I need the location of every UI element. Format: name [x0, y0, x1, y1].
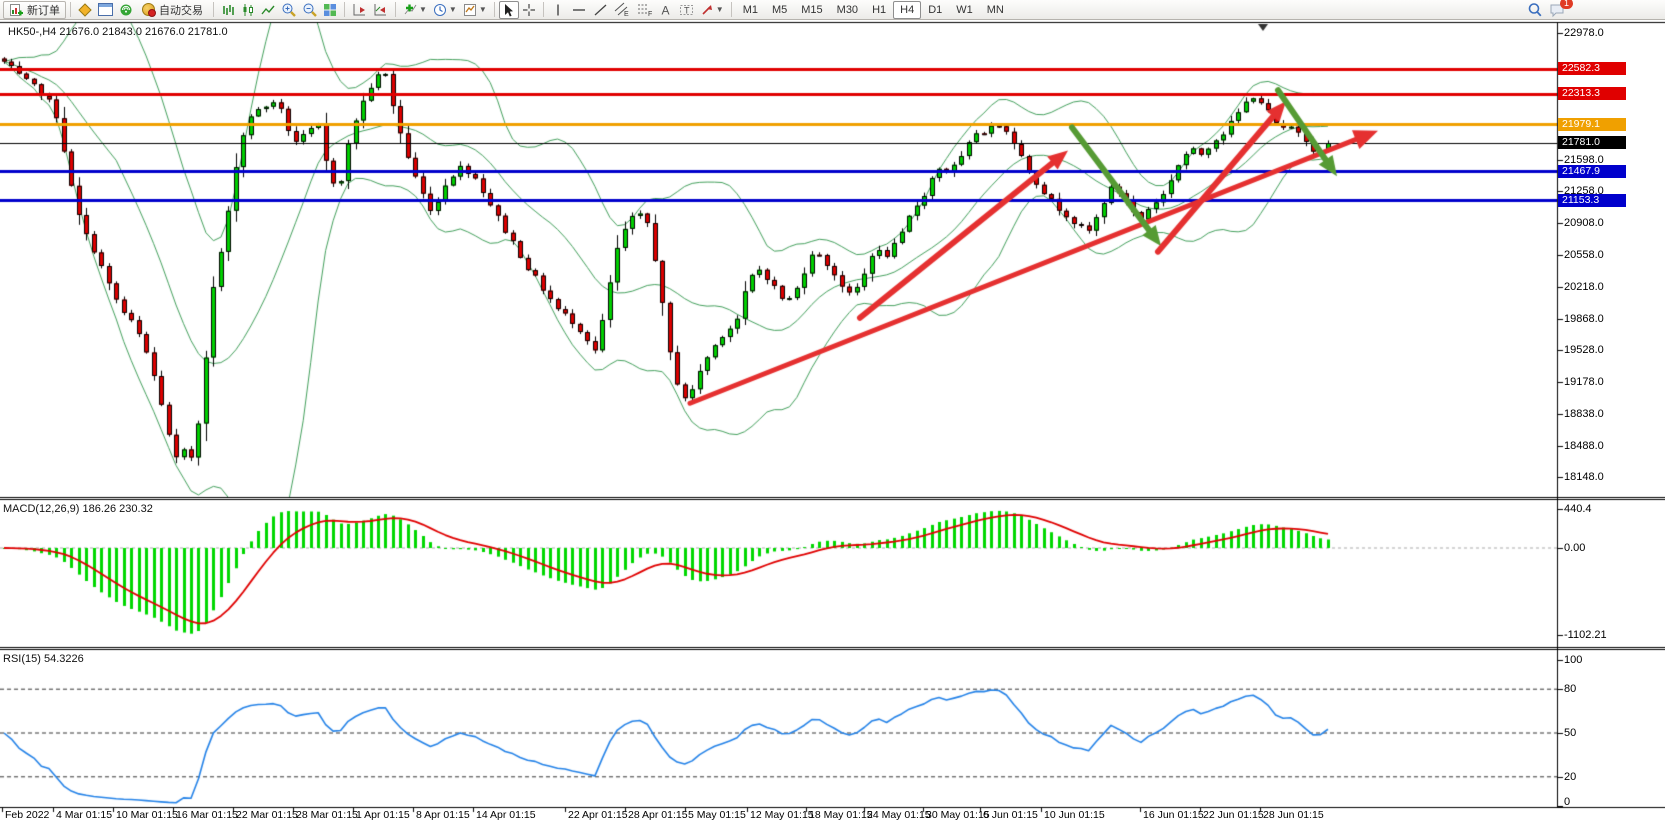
zoom-out-icon — [302, 2, 317, 17]
timeframe-m5[interactable]: M5 — [765, 1, 794, 19]
chevron-down-icon: ▼ — [419, 5, 427, 14]
arrow-objects-icon — [700, 3, 714, 17]
separator — [344, 2, 345, 17]
market-watch-button[interactable] — [75, 1, 95, 19]
signals-button[interactable] — [116, 1, 136, 19]
timeframe-w1[interactable]: W1 — [949, 1, 980, 19]
cursor-tool-button[interactable] — [499, 1, 519, 19]
fibonacci-icon: F — [636, 2, 653, 17]
chart-shift-button[interactable] — [349, 1, 370, 19]
timeframe-m1[interactable]: M1 — [736, 1, 765, 19]
line-chart-button[interactable] — [258, 1, 278, 19]
trendline-icon — [593, 3, 608, 17]
crosshair-icon — [522, 3, 536, 17]
periods-button[interactable]: ▼ — [430, 1, 460, 19]
auto-trading-button[interactable]: 自动交易 — [136, 1, 209, 19]
zoom-in-button[interactable] — [278, 1, 299, 19]
chart-shift-icon — [352, 3, 367, 17]
templates-button[interactable]: ▼ — [460, 1, 490, 19]
horizontal-line-tool-button[interactable] — [568, 1, 590, 19]
candlestick-chart-icon — [241, 3, 255, 17]
text-label-tool-button[interactable]: T — [676, 1, 697, 19]
search-icon — [1527, 2, 1543, 18]
separator — [213, 2, 214, 17]
clock-icon — [433, 3, 447, 17]
timeframe-d1[interactable]: D1 — [921, 1, 949, 19]
arrows-tool-button[interactable]: ▼ — [697, 1, 727, 19]
vertical-line-tool-button[interactable] — [548, 1, 568, 19]
text-icon: A — [659, 3, 672, 17]
candlestick-chart-button[interactable] — [238, 1, 258, 19]
new-order-button[interactable]: 新订单 — [3, 1, 66, 19]
separator — [395, 2, 396, 17]
timeframe-mn[interactable]: MN — [980, 1, 1011, 19]
cursor-icon — [502, 3, 515, 17]
toolbar: 新订单 自动交易 ▼ ▼ ▼ E F A T ▼ — [0, 0, 1665, 20]
indicators-button[interactable]: ▼ — [400, 1, 430, 19]
equidistant-channel-icon: E — [614, 2, 630, 17]
separator — [543, 2, 544, 17]
equidistant-channel-tool-button[interactable]: E — [611, 1, 633, 19]
separator — [731, 2, 732, 17]
search-button[interactable] — [1524, 1, 1546, 19]
chart-canvas[interactable] — [0, 0, 1665, 822]
indicators-icon — [403, 3, 417, 17]
signals-icon — [119, 3, 133, 17]
zoom-in-icon — [281, 2, 296, 17]
timeframe-m30[interactable]: M30 — [830, 1, 865, 19]
data-window-icon — [98, 3, 113, 16]
zoom-out-button[interactable] — [299, 1, 320, 19]
bar-chart-icon — [221, 3, 235, 17]
new-order-icon — [9, 3, 23, 17]
fibonacci-tool-button[interactable]: F — [633, 1, 656, 19]
trendline-tool-button[interactable] — [590, 1, 611, 19]
text-label-icon: T — [679, 3, 694, 17]
separator — [494, 2, 495, 17]
timeframe-h4[interactable]: H4 — [893, 1, 921, 19]
tile-windows-button[interactable] — [320, 1, 340, 19]
text-tool-button[interactable]: A — [656, 1, 676, 19]
new-order-label: 新订单 — [27, 2, 60, 18]
tile-windows-icon — [323, 3, 337, 17]
auto-scroll-button[interactable] — [370, 1, 391, 19]
line-chart-icon — [261, 3, 275, 17]
svg-text:E: E — [624, 11, 629, 17]
auto-trading-icon — [142, 3, 155, 16]
data-window-button[interactable] — [95, 1, 116, 19]
chevron-down-icon: ▼ — [716, 5, 724, 14]
mt4-window: 新订单 自动交易 ▼ ▼ ▼ E F A T ▼ — [0, 0, 1665, 822]
svg-text:A: A — [662, 3, 670, 17]
horizontal-line-icon — [571, 3, 587, 17]
vertical-line-icon — [552, 3, 564, 17]
chat-badge: 1 — [1560, 0, 1573, 9]
svg-text:T: T — [684, 5, 690, 15]
chevron-down-icon: ▼ — [479, 5, 487, 14]
auto-scroll-icon — [373, 3, 388, 17]
timeframe-group: M1M5M15M30H1H4D1W1MN — [736, 1, 1011, 19]
auto-trading-label: 自动交易 — [159, 2, 203, 18]
bar-chart-button[interactable] — [218, 1, 238, 19]
separator — [70, 2, 71, 17]
chevron-down-icon: ▼ — [449, 5, 457, 14]
svg-text:F: F — [648, 11, 652, 17]
chat-button[interactable]: 1 — [1546, 1, 1569, 19]
template-icon — [463, 3, 477, 17]
timeframe-m15[interactable]: M15 — [794, 1, 829, 19]
crosshair-tool-button[interactable] — [519, 1, 539, 19]
timeframe-h1[interactable]: H1 — [865, 1, 893, 19]
market-watch-icon — [78, 3, 92, 17]
